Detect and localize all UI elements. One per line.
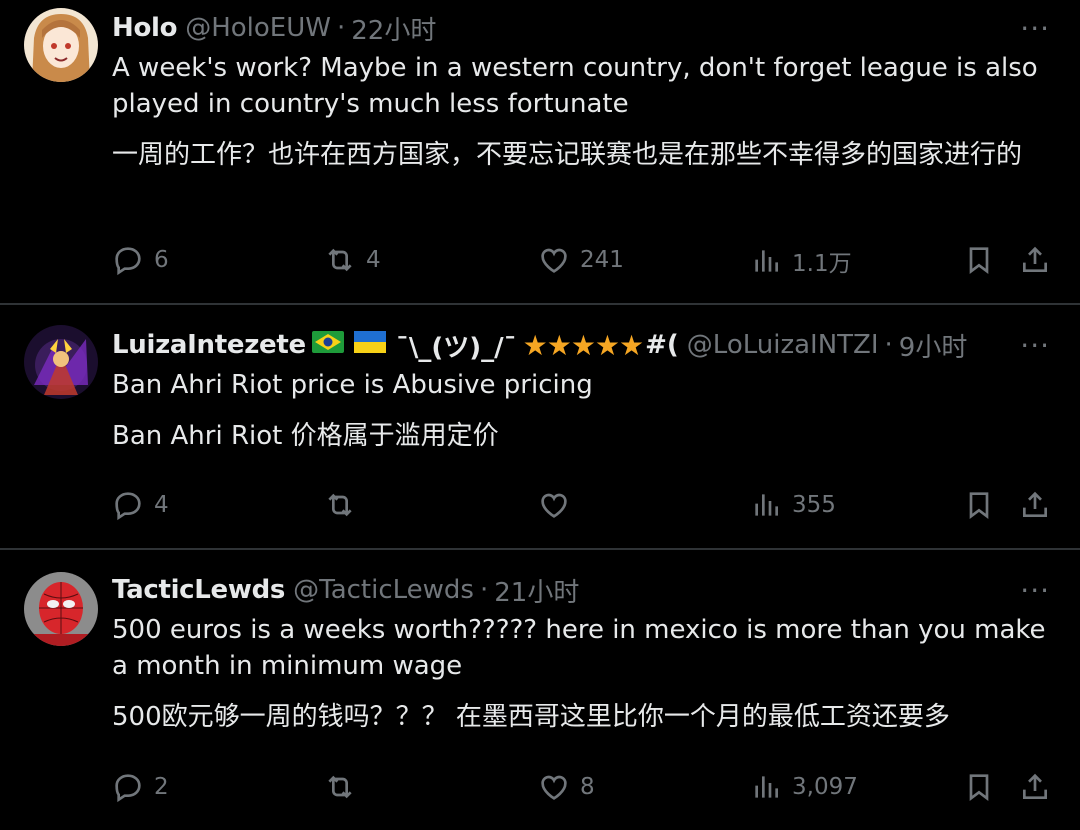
name-shrug: ¯\_(ツ)_/¯ (395, 332, 517, 363)
retweet-icon (328, 248, 352, 272)
tweet-actions: 6 4 241 1.1万 (0, 244, 1080, 284)
share-button[interactable] (1019, 489, 1051, 521)
retweet-button[interactable] (324, 771, 366, 803)
retweet-icon (328, 775, 352, 799)
name-hashtag: #( (645, 330, 679, 360)
user-handle[interactable]: @LoLuizaINTZI (687, 330, 879, 360)
tweet-text: A week's work? Maybe in a western countr… (112, 53, 1038, 119)
share-button[interactable] (1019, 244, 1051, 276)
tweet-3[interactable]: TacticLewds @TacticLewds · 21小时 ··· 500 … (0, 550, 1080, 830)
reply-button[interactable]: 2 (112, 771, 169, 803)
views-count: 3,097 (792, 774, 858, 800)
retweet-button[interactable] (324, 489, 366, 521)
like-count: 241 (580, 247, 624, 273)
separator: · (336, 13, 346, 43)
like-button[interactable]: 241 (538, 244, 624, 276)
more-icon[interactable]: ··· (1020, 12, 1050, 45)
ukraine-flag-icon (353, 330, 386, 360)
user-handle[interactable]: @TacticLewds (293, 575, 474, 605)
views-count: 355 (792, 492, 836, 518)
reply-icon (115, 247, 141, 276)
bookmark-button[interactable] (963, 489, 995, 521)
tweet-text: 500 euros is a weeks worth????? here in … (112, 615, 1046, 681)
views-icon (755, 494, 778, 516)
timestamp[interactable]: 9小时 (899, 327, 968, 363)
bookmark-button[interactable] (963, 771, 995, 803)
tweet-translation: 500欧元够一周的钱吗？？？ 在墨西哥这里比你一个月的最低工资还要多 (112, 702, 950, 732)
tweet-translation: Ban Ahri Riot 价格属于滥用定价 (112, 421, 499, 451)
bookmark-button[interactable] (963, 244, 995, 276)
tweet-actions: 2 8 3,097 (0, 771, 1080, 811)
more-icon[interactable]: ··· (1020, 574, 1050, 607)
like-icon (541, 493, 567, 518)
display-name[interactable]: Holo (112, 13, 178, 43)
like-icon (541, 248, 567, 273)
reply-count: 2 (154, 774, 169, 800)
separator: · (884, 330, 893, 360)
share-icon (1023, 773, 1047, 799)
avatar[interactable] (24, 572, 98, 646)
bookmark-icon (969, 774, 989, 801)
tweet-2[interactable]: LuizaIntezete ¯\_(ツ)_/¯ ★★★★★ #( @LoLuiz… (0, 305, 1080, 548)
reply-button[interactable]: 4 (112, 489, 169, 521)
reply-count: 4 (154, 492, 169, 518)
bookmark-icon (969, 247, 989, 274)
reply-icon (115, 774, 141, 803)
bookmark-icon (969, 492, 989, 519)
views-icon (755, 776, 778, 798)
tweet-header: Holo @HoloEUW · 22小时 (112, 10, 992, 46)
share-icon (1023, 246, 1047, 272)
views-button[interactable]: 3,097 (750, 771, 858, 803)
timestamp[interactable]: 22小时 (351, 10, 436, 46)
share-button[interactable] (1019, 771, 1051, 803)
retweet-count: 4 (366, 247, 381, 273)
reply-button[interactable]: 6 (112, 244, 169, 276)
timestamp[interactable]: 21小时 (494, 572, 579, 608)
user-handle[interactable]: @HoloEUW (185, 13, 331, 43)
avatar[interactable] (24, 8, 98, 82)
like-icon (541, 775, 567, 800)
tweet-actions: 4 355 (0, 489, 1080, 529)
avatar[interactable] (24, 325, 98, 399)
reply-count: 6 (154, 247, 169, 273)
views-count: 1.1万 (792, 251, 852, 277)
views-button[interactable]: 355 (750, 489, 836, 521)
tweet-translation: 一周的工作？也许在西方国家，不要忘记联赛也是在那些不幸得多的国家进行的 (112, 140, 1023, 170)
retweet-icon (328, 493, 352, 517)
like-button[interactable]: 8 (538, 771, 595, 803)
tweet-1[interactable]: Holo @HoloEUW · 22小时 ··· A week's work? … (0, 0, 1080, 304)
like-button[interactable] (538, 489, 580, 521)
views-button[interactable]: 1.1万 (750, 244, 852, 278)
tweet-text: Ban Ahri Riot price is Abusive pricing (112, 370, 593, 400)
share-icon (1023, 491, 1047, 517)
reply-icon (115, 492, 141, 521)
name-stars: ★★★★★ (522, 328, 645, 362)
views-icon (755, 250, 778, 272)
display-name[interactable]: TacticLewds (112, 575, 285, 605)
display-name[interactable]: LuizaIntezete (112, 330, 306, 360)
more-icon[interactable]: ··· (1020, 329, 1050, 362)
like-count: 8 (580, 774, 595, 800)
tweet-header: TacticLewds @TacticLewds · 21小时 (112, 572, 992, 608)
retweet-button[interactable]: 4 (324, 244, 381, 276)
separator: · (479, 575, 489, 605)
brazil-flag-icon (311, 330, 344, 360)
tweet-header: LuizaIntezete ¯\_(ツ)_/¯ ★★★★★ #( @LoLuiz… (112, 327, 1012, 363)
